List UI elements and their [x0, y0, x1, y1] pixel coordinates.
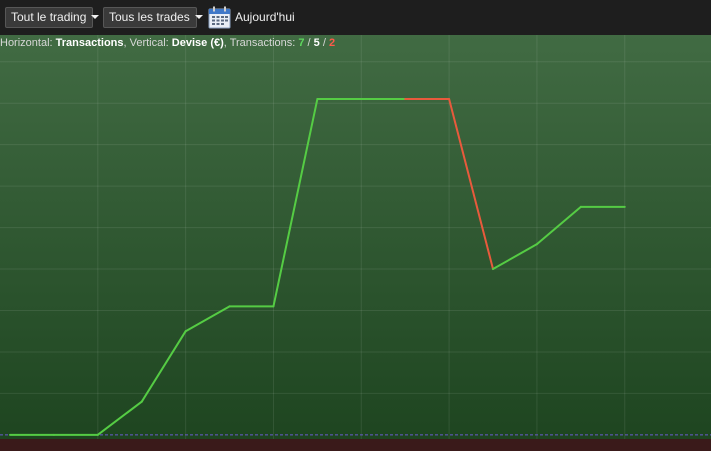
date-label: Aujourd'hui — [235, 10, 295, 24]
chart-background — [0, 35, 711, 439]
horizontal-axis-value: Transactions — [55, 37, 124, 49]
horizontal-prefix: Horizontal: — [0, 37, 56, 49]
trades-filter-dropdown[interactable]: Tous les trades — [103, 7, 203, 28]
transactions-prefix: , Transactions: — [223, 37, 299, 49]
chevron-down-icon — [91, 14, 100, 19]
negative-zone — [0, 439, 711, 451]
equity-chart — [0, 35, 711, 451]
transactions-losers: 2 — [328, 37, 336, 49]
calendar-icon — [208, 6, 231, 29]
separator: / — [319, 37, 329, 49]
separator: / — [304, 37, 314, 49]
toolbar: Tout le trading Tous les trades Aujourd'… — [0, 0, 711, 35]
chart-info-line: Horizontal: Transactions, Vertical: Devi… — [0, 37, 335, 49]
vertical-axis-value: Devise (€) — [171, 37, 224, 49]
chevron-down-icon — [194, 14, 203, 19]
trades-filter-label: Tous les trades — [109, 10, 190, 24]
vertical-prefix: , Vertical: — [123, 37, 172, 49]
equity-chart-svg — [0, 35, 711, 451]
trading-scope-dropdown[interactable]: Tout le trading — [5, 7, 100, 28]
trading-scope-label: Tout le trading — [11, 10, 87, 24]
